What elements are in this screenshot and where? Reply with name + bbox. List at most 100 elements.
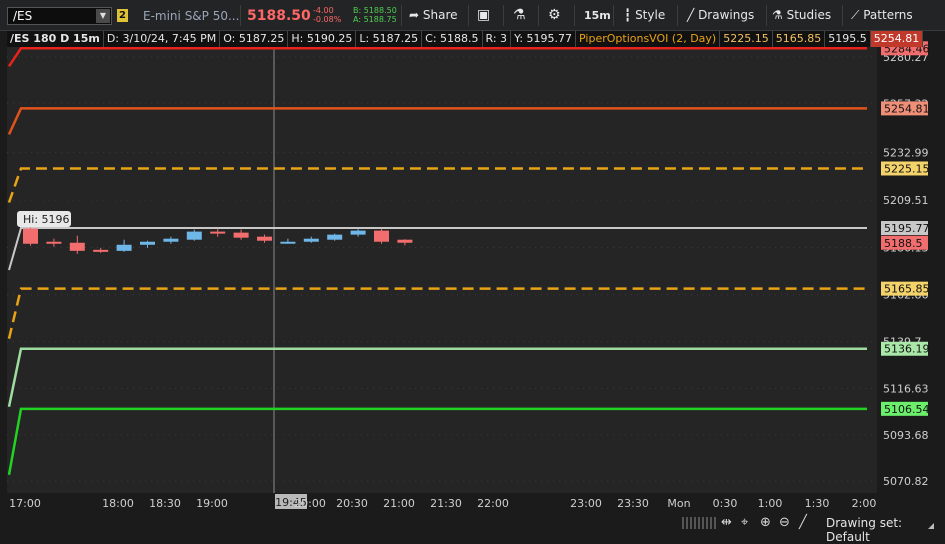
time-axis[interactable]: 17:00 18:00 18:30 19:00 19:45 20:00 20:30 21:00… bbox=[0, 493, 945, 513]
time-tick-label: 21:00 bbox=[383, 497, 415, 510]
time-tick-label: 1:30 bbox=[805, 497, 830, 510]
candle bbox=[46, 238, 62, 247]
toolbar-divider bbox=[842, 5, 843, 26]
chart-info-bar: /ES 180 D 15m D: 3/10/24, 7:45 PM O: 5187.… bbox=[7, 31, 924, 47]
candle-body bbox=[257, 236, 272, 241]
time-axis-labels: 17:00 18:00 18:30 19:00 19:4520:00 20:30 21:00… bbox=[9, 494, 877, 510]
info-low: L: 5187.25 bbox=[356, 31, 423, 47]
level-label: 5195.77 bbox=[884, 222, 930, 235]
scroll-handle[interactable] bbox=[682, 517, 718, 529]
study-level-line bbox=[7, 287, 867, 339]
time-tick-label: 22:00 bbox=[477, 497, 509, 510]
drawings-button[interactable]: ╱ Drawings bbox=[687, 8, 754, 22]
candle-body bbox=[210, 231, 226, 234]
crosshair-icon[interactable]: ⌖ bbox=[741, 515, 748, 530]
candle-body bbox=[23, 228, 38, 244]
info-open: O: 5187.25 bbox=[220, 31, 289, 47]
time-tick-label: 20:30 bbox=[336, 497, 368, 510]
symbol-text[interactable]: /ES bbox=[13, 9, 32, 23]
time-tick-label: 20:00 bbox=[294, 497, 326, 510]
study-value: 5254.81 bbox=[870, 31, 924, 47]
zoom-out-icon[interactable]: ⊖ bbox=[779, 515, 790, 530]
study-value: 5195.5 bbox=[825, 31, 871, 47]
draw-line-icon[interactable]: ╱ bbox=[799, 515, 807, 530]
study-level-line bbox=[7, 167, 867, 203]
toolbar-divider bbox=[240, 5, 241, 26]
study-level-line bbox=[7, 347, 867, 408]
patterns-icon: ⟋ bbox=[851, 8, 860, 22]
price-tick-label: 5070.82 bbox=[883, 475, 929, 488]
flask-icon[interactable]: ⚗ bbox=[513, 7, 526, 23]
top-toolbar: /ES ▼ 2 E-mini S&P 50... 5188.50 -4.00 -… bbox=[0, 0, 945, 31]
time-tick-label: 23:00 bbox=[570, 497, 602, 510]
candle bbox=[397, 239, 413, 246]
price-chart[interactable]: Hi: 5196 bbox=[7, 31, 877, 493]
share-button[interactable]: ➦ Share bbox=[409, 8, 458, 22]
price-tick-label: 5209.51 bbox=[883, 194, 929, 207]
chart-area[interactable]: Hi: 5196 bbox=[7, 31, 877, 493]
candle bbox=[186, 229, 202, 241]
price-axis[interactable]: 5280.275257.325232.995209.515186.135162.… bbox=[877, 31, 945, 493]
flexible-grid-icon[interactable]: ▣ bbox=[477, 7, 490, 23]
info-close: C: 5188.5 bbox=[422, 31, 483, 47]
candle-body bbox=[233, 232, 249, 238]
level-label: 5165.85 bbox=[884, 283, 930, 296]
level-label: 5225.15 bbox=[884, 162, 930, 175]
study-level-line bbox=[7, 107, 867, 135]
toolbar-divider bbox=[677, 5, 678, 26]
level-label: 5106.54 bbox=[884, 403, 930, 416]
time-tick-label: 18:00 bbox=[102, 497, 134, 510]
candle bbox=[210, 228, 226, 237]
toolbar-divider bbox=[468, 5, 469, 26]
studies-label: Studies bbox=[786, 8, 832, 22]
toolbar-divider bbox=[766, 5, 767, 26]
info-high: H: 5190.25 bbox=[288, 31, 357, 47]
gear-icon[interactable]: ⚙ bbox=[548, 7, 561, 23]
toolbar-divider bbox=[613, 5, 614, 26]
time-tick-label: 2:00 bbox=[852, 497, 877, 510]
patterns-button[interactable]: ⟋ Patterns bbox=[851, 8, 913, 23]
share-icon: ➦ bbox=[409, 8, 420, 22]
zoom-in-icon[interactable]: ⊕ bbox=[760, 515, 771, 530]
studies-button[interactable]: ⚗ Studies bbox=[772, 8, 831, 22]
toolbar-divider bbox=[538, 5, 539, 26]
style-button[interactable]: ┇ Style bbox=[624, 8, 665, 22]
toolbar-divider bbox=[574, 5, 575, 26]
study-level-line bbox=[7, 47, 867, 67]
study-value: 5165.85 bbox=[773, 31, 826, 47]
link-group-badge[interactable]: 2 bbox=[117, 9, 128, 22]
chart-title: /ES 180 D 15m bbox=[7, 31, 104, 47]
study-name: PiperOptionsVOI (2, Day) bbox=[576, 31, 721, 47]
time-tick-label: 17:00 bbox=[9, 497, 41, 510]
drawing-set-label[interactable]: Drawing set: Default bbox=[826, 516, 945, 544]
ask-value: A: 5188.75 bbox=[353, 15, 397, 24]
pan-icon[interactable]: ⇹ bbox=[721, 515, 732, 530]
toolbar-divider bbox=[401, 5, 402, 26]
time-tick-label: 21:30 bbox=[430, 497, 462, 510]
candle-body bbox=[350, 230, 366, 235]
bid-value: B: 5188.50 bbox=[353, 6, 397, 15]
dropdown-arrow-icon[interactable]: ▼ bbox=[96, 9, 110, 23]
last-price: 5188.50 bbox=[247, 8, 311, 24]
study-level-line bbox=[8, 227, 867, 271]
price-tick-label: 5093.68 bbox=[883, 429, 929, 442]
timeframe-button[interactable]: 15m bbox=[584, 9, 611, 22]
last-price-label: 5188.5 bbox=[884, 237, 923, 250]
share-label: Share bbox=[422, 8, 458, 22]
level-label: 5254.81 bbox=[884, 102, 930, 115]
candle-body bbox=[163, 238, 179, 242]
bottom-controls: ⇹ ⌖ ⊕ ⊖ ╱ Drawing set: Default bbox=[0, 513, 945, 544]
candle-body bbox=[69, 242, 85, 251]
candle-body bbox=[93, 249, 109, 252]
info-date: D: 3/10/24, 7:45 PM bbox=[104, 31, 221, 47]
pencil-line-icon: ╱ bbox=[687, 8, 695, 22]
candle bbox=[163, 236, 179, 244]
candle bbox=[350, 228, 366, 237]
style-label: Style bbox=[635, 8, 666, 22]
symbol-selector[interactable]: /ES ▼ bbox=[7, 7, 112, 25]
change-value: -4.00 bbox=[313, 6, 334, 15]
corner-resize-icon[interactable] bbox=[928, 523, 934, 529]
level-label: 5136.19 bbox=[884, 343, 930, 356]
candle-body bbox=[186, 231, 202, 240]
candle bbox=[233, 229, 249, 240]
